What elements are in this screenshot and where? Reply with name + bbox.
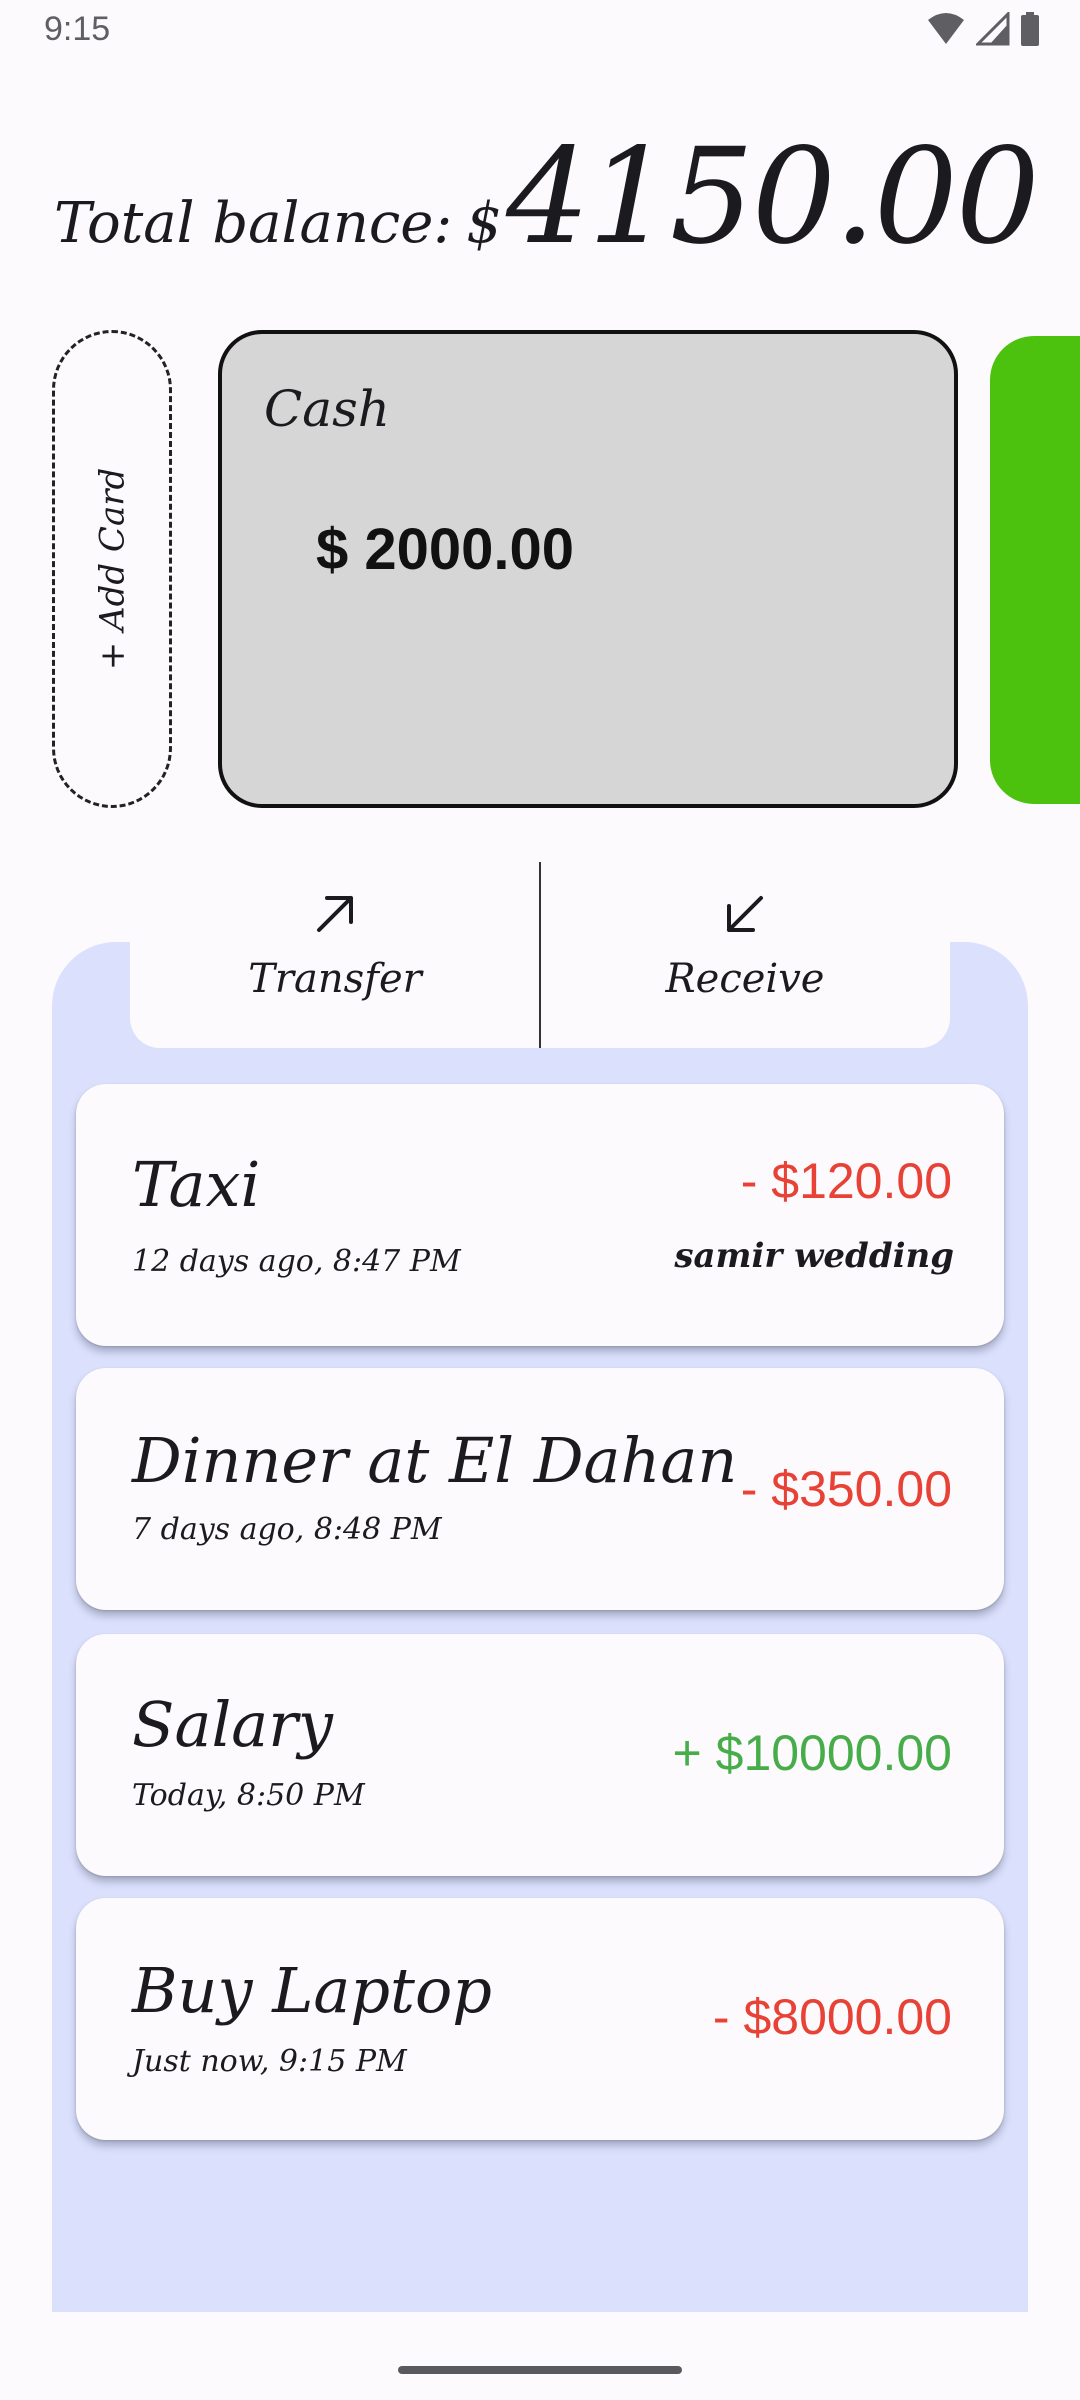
transaction-amount: - $8000.00 bbox=[712, 1989, 952, 2045]
wallet-name: Cash bbox=[264, 380, 390, 438]
add-card-label: + Add Card bbox=[92, 467, 132, 671]
transaction-item[interactable]: Dinner at El Dahan 7 days ago, 8:48 PM -… bbox=[76, 1368, 1004, 1610]
arrow-up-right-icon bbox=[317, 896, 353, 932]
wallet-card-next[interactable] bbox=[990, 336, 1080, 804]
wifi-icon bbox=[928, 13, 964, 44]
battery-icon bbox=[1021, 12, 1039, 46]
transaction-amount: + $10000.00 bbox=[672, 1725, 952, 1781]
transaction-note: samir wedding bbox=[674, 1236, 954, 1276]
transaction-time: Just now, 9:15 PM bbox=[132, 2044, 407, 2079]
arrow-down-left-icon bbox=[727, 896, 763, 932]
transaction-time: 7 days ago, 8:48 PM bbox=[132, 1512, 442, 1547]
transaction-amount: - $350.00 bbox=[740, 1461, 952, 1517]
transaction-item[interactable]: Buy Laptop Just now, 9:15 PM - $8000.00 bbox=[76, 1898, 1004, 2140]
status-icons bbox=[926, 12, 1040, 46]
wallet-amount: $ 2000.00 bbox=[316, 517, 575, 582]
receive-button[interactable]: Receive bbox=[540, 862, 950, 1048]
wallet-card-cash[interactable]: Cash $ 2000.00 bbox=[218, 330, 958, 808]
receive-label: Receive bbox=[665, 956, 825, 1002]
transaction-item[interactable]: Salary Today, 8:50 PM + $10000.00 bbox=[76, 1634, 1004, 1876]
transaction-time: Today, 8:50 PM bbox=[132, 1778, 365, 1813]
actions-divider bbox=[539, 862, 541, 1048]
total-balance-currency: $ bbox=[466, 191, 502, 256]
transaction-item[interactable]: Taxi 12 days ago, 8:47 PM - $120.00 sami… bbox=[76, 1084, 1004, 1346]
add-card-button[interactable]: + Add Card bbox=[52, 330, 172, 808]
transaction-amount: - $120.00 bbox=[740, 1153, 952, 1209]
transaction-title: Buy Laptop bbox=[132, 1954, 492, 2027]
status-bar: 9:15 bbox=[0, 0, 1080, 60]
total-balance: Total balance: $ 4150.00 bbox=[54, 120, 1040, 274]
cellular-signal-icon bbox=[976, 12, 1010, 46]
transfer-button[interactable]: Transfer bbox=[130, 862, 540, 1048]
home-indicator[interactable] bbox=[398, 2366, 682, 2374]
total-balance-label: Total balance: bbox=[54, 191, 453, 256]
transaction-time: 12 days ago, 8:47 PM bbox=[132, 1244, 461, 1279]
transaction-title: Taxi bbox=[132, 1148, 261, 1221]
total-balance-amount: 4150.00 bbox=[505, 120, 1040, 274]
transaction-title: Dinner at El Dahan bbox=[132, 1424, 738, 1497]
transfer-label: Transfer bbox=[248, 956, 422, 1002]
status-time: 9:15 bbox=[44, 10, 111, 48]
transaction-title: Salary bbox=[132, 1688, 333, 1761]
